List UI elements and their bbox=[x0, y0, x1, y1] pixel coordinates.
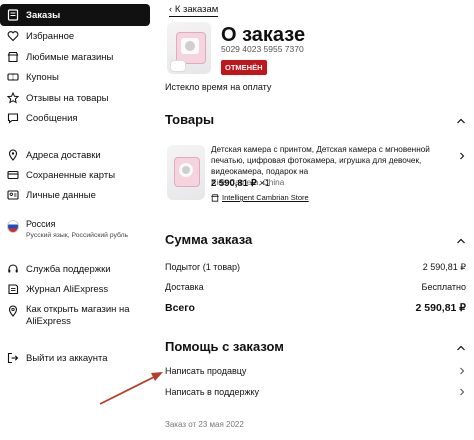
chevron-right-icon bbox=[460, 367, 465, 375]
order-product-image bbox=[167, 22, 211, 74]
store-icon bbox=[7, 51, 19, 63]
sum-row-delivery: Доставка Бесплатно bbox=[165, 282, 466, 292]
product-thumbnail[interactable] bbox=[167, 145, 205, 200]
sidebar-item-label: Выйти из аккаунта bbox=[26, 352, 108, 364]
sidebar-item-personal[interactable]: Личные данные bbox=[7, 189, 96, 201]
sidebar-item-messages[interactable]: Сообщения bbox=[7, 112, 78, 124]
sidebar-item-label: Личные данные bbox=[26, 189, 96, 201]
star-icon bbox=[7, 92, 19, 104]
russia-flag-icon bbox=[7, 219, 19, 233]
pin-icon bbox=[7, 305, 19, 317]
product-price: 2 590,81 ₽ ×1 bbox=[211, 178, 271, 189]
chevron-up-icon[interactable] bbox=[456, 236, 466, 246]
store-link[interactable]: Intelligent Cambrian Store bbox=[211, 193, 309, 202]
location-icon bbox=[7, 149, 19, 161]
person-icon bbox=[7, 189, 19, 201]
contact-support-link[interactable]: Написать в поддержку bbox=[165, 387, 466, 397]
region-detail: Русский язык, Российский рубль bbox=[26, 232, 129, 239]
sidebar-item-logout[interactable]: Выйти из аккаунта bbox=[7, 352, 108, 364]
order-number: 5029 4023 5955 7370 bbox=[221, 44, 304, 54]
sidebar-item-cards[interactable]: Сохраненные карты bbox=[7, 169, 115, 181]
order-date: Заказ от 23 мая 2022 bbox=[165, 420, 244, 429]
sidebar-item-coupons[interactable]: Купоны bbox=[7, 71, 59, 83]
product-quantity: ×1 bbox=[259, 178, 271, 189]
logout-icon bbox=[7, 352, 19, 364]
region-selector[interactable]: Россия Русский язык, Российский рубль bbox=[7, 219, 128, 239]
status-badge: ОТМЕНЁН bbox=[221, 60, 267, 75]
sidebar-item-favorite-stores[interactable]: Любимые магазины bbox=[7, 51, 113, 63]
sum-row-subtotal: Подытог (1 товар) 2 590,81 ₽ bbox=[165, 262, 466, 272]
headset-icon bbox=[7, 263, 19, 275]
sidebar-item-label: Заказы bbox=[26, 9, 61, 21]
heart-icon bbox=[7, 30, 19, 42]
sidebar-item-label: Купоны bbox=[26, 71, 59, 83]
sidebar-item-label: Сообщения bbox=[26, 112, 78, 124]
coupon-icon bbox=[7, 71, 19, 83]
order-sum-heading: Сумма заказа bbox=[165, 232, 253, 247]
help-heading: Помощь с заказом bbox=[165, 339, 284, 354]
chevron-right-icon bbox=[460, 388, 465, 396]
contact-seller-link[interactable]: Написать продавцу bbox=[165, 366, 466, 376]
message-icon bbox=[7, 112, 19, 124]
chevron-up-icon[interactable] bbox=[456, 343, 466, 353]
card-icon bbox=[7, 169, 19, 181]
journal-icon bbox=[7, 283, 19, 295]
sidebar-item-open-store[interactable]: Как открыть магазин на AliExpress bbox=[7, 304, 130, 328]
sidebar-item-orders[interactable]: Заказы bbox=[0, 4, 150, 26]
sidebar-item-label: Служба поддержки bbox=[26, 263, 111, 275]
sum-row-total: Всего 2 590,81 ₽ bbox=[165, 302, 466, 314]
sidebar-item-label-2: AliExpress bbox=[26, 316, 71, 327]
sidebar-item-label: Отзывы на товары bbox=[26, 92, 109, 104]
sidebar-item-favorites[interactable]: Избранное bbox=[7, 30, 74, 42]
region-country: Россия bbox=[26, 219, 56, 229]
sidebar-item-label: Адреса доставки bbox=[26, 149, 101, 161]
store-name: Intelligent Cambrian Store bbox=[222, 193, 309, 202]
chevron-up-icon[interactable] bbox=[456, 116, 466, 126]
sidebar-item-journal[interactable]: Журнал AliExpress bbox=[7, 283, 108, 295]
sidebar: Заказы Избранное Любимые магазины Купоны… bbox=[0, 0, 150, 440]
status-note: Истекло время на оплату bbox=[165, 82, 272, 92]
chevron-right-icon[interactable] bbox=[458, 152, 466, 160]
sidebar-item-label: Сохраненные карты bbox=[26, 169, 116, 181]
sidebar-item-label: Избранное bbox=[26, 30, 75, 42]
sidebar-item-addresses[interactable]: Адреса доставки bbox=[7, 149, 101, 161]
sidebar-item-support[interactable]: Служба поддержки bbox=[7, 263, 111, 275]
order-details: ‹ К заказам О заказе 5029 4023 5955 7370… bbox=[165, 0, 470, 440]
store-icon bbox=[211, 193, 219, 202]
sidebar-item-label: Как открыть магазин на bbox=[26, 304, 130, 315]
products-heading: Товары bbox=[165, 112, 215, 127]
sidebar-item-label: Журнал AliExpress bbox=[26, 283, 109, 295]
orders-icon bbox=[7, 9, 19, 21]
sidebar-item-label: Любимые магазины bbox=[26, 51, 114, 63]
sidebar-item-reviews[interactable]: Отзывы на товары bbox=[7, 92, 108, 104]
back-to-orders-link[interactable]: ‹ К заказам bbox=[169, 4, 219, 17]
